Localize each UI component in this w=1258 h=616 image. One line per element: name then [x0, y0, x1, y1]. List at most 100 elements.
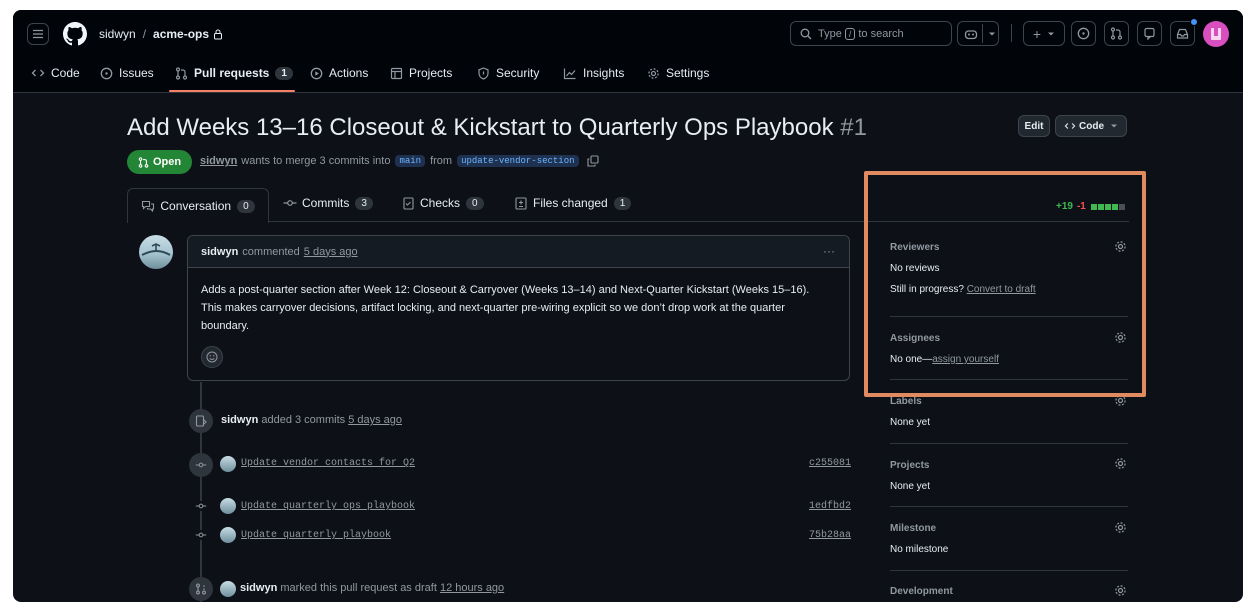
- repo-nav-pull-requests[interactable]: Pull requests 1: [175, 63, 293, 83]
- comment-time[interactable]: 5 days ago: [304, 246, 358, 258]
- reviewers-value: No reviews: [890, 263, 940, 274]
- comment-author-avatar[interactable]: [139, 235, 173, 269]
- comment-body: Adds a post-quarter section after Week 1…: [201, 284, 810, 332]
- pr-state-badge: Open: [127, 150, 192, 174]
- chevron-down-icon: [1048, 32, 1055, 35]
- tab-checks[interactable]: Checks 0: [403, 196, 484, 210]
- milestone-gear-icon[interactable]: [1114, 521, 1127, 534]
- base-branch[interactable]: main: [395, 155, 426, 167]
- tab-files-changed-count: 1: [613, 196, 632, 210]
- discussions-button[interactable]: [1137, 21, 1162, 46]
- code-icon: [31, 69, 45, 77]
- table-icon: [390, 67, 403, 79]
- tab-commits-count: 3: [355, 196, 373, 210]
- comment-menu-button[interactable]: ···: [823, 244, 835, 258]
- edit-title-button[interactable]: Edit: [1018, 115, 1050, 137]
- timeline-draft-author[interactable]: sidwyn: [240, 582, 277, 594]
- pull-requests-button[interactable]: [1104, 21, 1129, 46]
- milestone-value: No milestone: [890, 544, 949, 555]
- commit-dot-icon: [194, 530, 208, 540]
- issues-button[interactable]: [1071, 21, 1096, 46]
- commit-message-link[interactable]: Update vendor contacts for Q2: [241, 458, 415, 469]
- repo-nav-pull-requests-label: Pull requests: [194, 66, 270, 80]
- timeline-draft-event: sidwyn marked this pull request as draft…: [240, 582, 504, 594]
- commit-sha-link[interactable]: 1edfbd2: [809, 501, 851, 512]
- sidebar-divider: [890, 443, 1128, 444]
- code-button-label: Code: [1079, 120, 1104, 132]
- global-header: sidwyn / acme-ops Type / to search + Cod…: [13, 10, 1243, 93]
- diffstat: +19 -1: [1056, 201, 1125, 212]
- head-branch[interactable]: update-vendor-section: [457, 155, 579, 167]
- assign-yourself-link[interactable]: assign yourself: [932, 354, 999, 365]
- timeline-added-time[interactable]: 5 days ago: [348, 414, 402, 426]
- copy-icon[interactable]: [586, 155, 599, 167]
- development-gear-icon[interactable]: [1114, 584, 1127, 597]
- commit-author-avatar[interactable]: [220, 581, 236, 597]
- issue-opened-icon: [1077, 27, 1090, 40]
- commit-author-avatar[interactable]: [220, 527, 236, 543]
- repo-link[interactable]: acme-ops: [153, 27, 209, 41]
- user-avatar[interactable]: [1203, 21, 1229, 47]
- tab-checks-label: Checks: [420, 196, 461, 210]
- sidebar-divider: [890, 506, 1128, 507]
- commit-author-avatar[interactable]: [220, 456, 236, 472]
- comment-box: sidwyn commented 5 days ago ··· Adds a p…: [187, 235, 850, 381]
- code-dropdown-button[interactable]: Code: [1055, 115, 1127, 137]
- repo-nav-actions[interactable]: Actions: [310, 63, 368, 83]
- repo-nav-code[interactable]: Code: [31, 63, 80, 83]
- timeline-added-commits: sidwyn added 3 commits 5 days ago: [221, 414, 402, 426]
- create-new-button[interactable]: +: [1023, 21, 1065, 46]
- edit-label: Edit: [1024, 120, 1044, 132]
- reviewers-gear-icon[interactable]: [1114, 240, 1127, 253]
- assignees-heading[interactable]: Assignees: [890, 333, 940, 344]
- pr-number: #1: [840, 114, 867, 141]
- labels-gear-icon[interactable]: [1114, 394, 1127, 407]
- gear-icon: [648, 67, 659, 79]
- repo-breadcrumb: sidwyn / acme-ops: [99, 27, 223, 41]
- repo-nav-projects[interactable]: Projects: [390, 63, 452, 83]
- tab-commits[interactable]: Commits 3: [283, 196, 373, 210]
- file-diff-icon: [515, 196, 527, 210]
- commit-sha-link[interactable]: 75b28aa: [809, 530, 851, 541]
- notification-dot-icon: [1190, 18, 1198, 26]
- search-input[interactable]: Type / to search: [790, 21, 952, 46]
- tab-files-changed-label: Files changed: [533, 196, 608, 210]
- owner-link[interactable]: sidwyn: [99, 27, 136, 41]
- repo-nav-issues[interactable]: Issues: [100, 63, 154, 83]
- search-placeholder-post: to search: [858, 27, 904, 40]
- projects-gear-icon[interactable]: [1114, 457, 1127, 470]
- timeline-added-text: added 3 commits: [261, 414, 346, 426]
- commit-author-avatar[interactable]: [220, 498, 236, 514]
- copilot-button[interactable]: [957, 21, 999, 46]
- sidebar-divider: [890, 379, 1128, 380]
- add-reaction-button[interactable]: [201, 346, 223, 368]
- convert-to-draft-link[interactable]: Convert to draft: [967, 284, 1036, 295]
- tab-files-changed[interactable]: Files changed 1: [515, 196, 632, 210]
- repo-nav-security[interactable]: Security: [477, 63, 539, 83]
- tab-conversation[interactable]: Conversation 0: [127, 188, 269, 223]
- projects-value: None yet: [890, 481, 931, 492]
- timeline-draft-time[interactable]: 12 hours ago: [440, 582, 504, 594]
- comment-author[interactable]: sidwyn: [201, 246, 238, 258]
- issue-icon: [100, 67, 113, 79]
- milestone-heading[interactable]: Milestone: [890, 523, 936, 534]
- git-commit-icon: [283, 200, 297, 206]
- commit-message-link[interactable]: Update quarterly ops playbook: [241, 501, 415, 512]
- assignees-gear-icon[interactable]: [1114, 331, 1127, 344]
- timeline-added-author[interactable]: sidwyn: [221, 414, 258, 426]
- projects-heading[interactable]: Projects: [890, 460, 929, 471]
- discussion-icon: [1144, 27, 1155, 40]
- commit-message-link[interactable]: Update quarterly playbook: [241, 530, 391, 541]
- reviewers-heading[interactable]: Reviewers: [890, 242, 939, 253]
- repo-nav-settings[interactable]: Settings: [647, 63, 709, 83]
- github-logo-icon[interactable]: [63, 22, 87, 51]
- diffstat-blocks: [1090, 203, 1125, 210]
- development-heading[interactable]: Development: [890, 586, 953, 597]
- repo-nav-insights[interactable]: Insights: [563, 63, 624, 83]
- menu-button[interactable]: [27, 23, 49, 45]
- reviewers-hint-text: Still in progress?: [890, 284, 964, 295]
- pr-author-link[interactable]: sidwyn: [200, 155, 237, 167]
- pull-requests-count: 1: [275, 66, 293, 80]
- commit-sha-link[interactable]: c255081: [809, 458, 851, 469]
- labels-heading[interactable]: Labels: [890, 396, 922, 407]
